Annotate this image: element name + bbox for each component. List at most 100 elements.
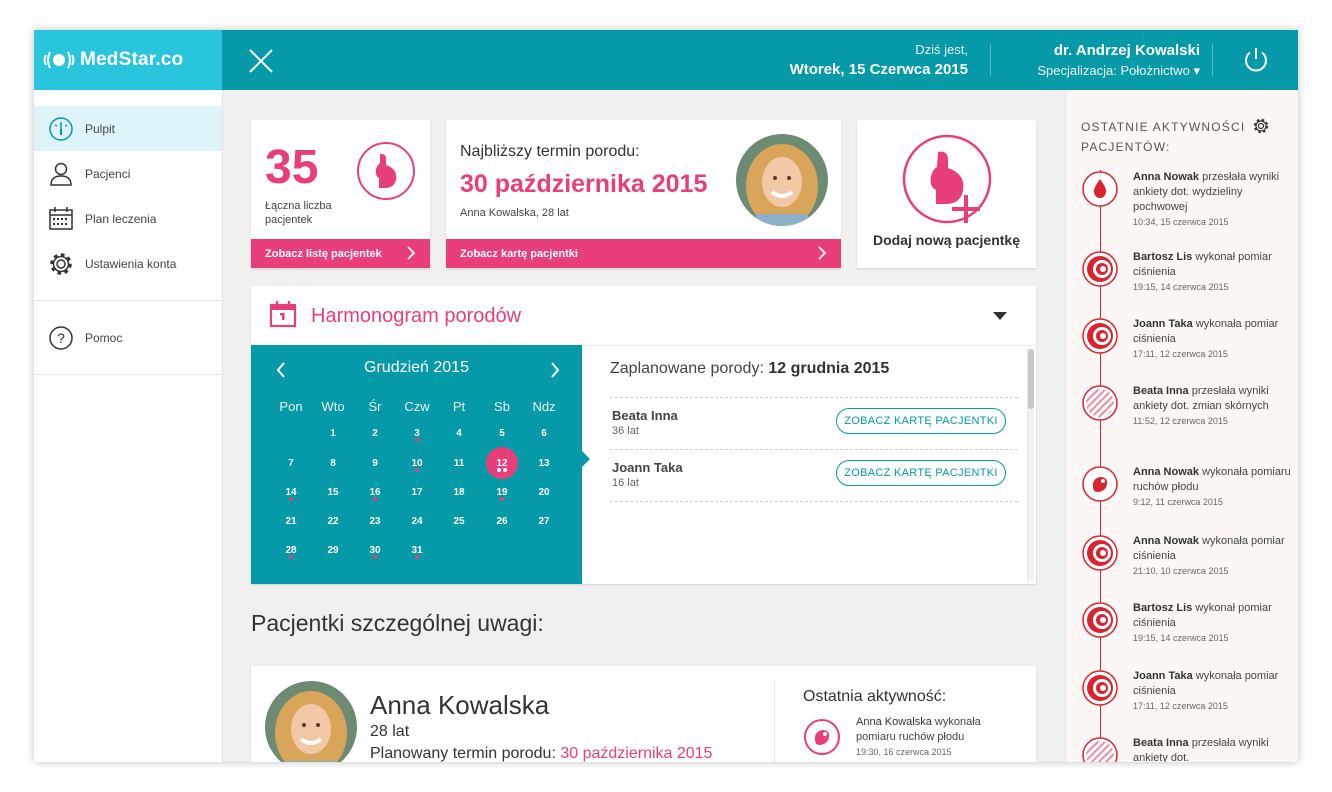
calendar-day[interactable]: 17	[401, 476, 433, 508]
activity-text: Anna Nowak wykonała pomiar ciśnienia 21:1…	[1133, 534, 1293, 579]
logo[interactable]: MedStar.co	[34, 30, 222, 90]
calendar-month: Grudzień 2015	[364, 359, 469, 376]
patient-card-link[interactable]: Zobacz kartę pacjentki	[446, 239, 841, 268]
calendar-day[interactable]: 5	[486, 417, 518, 449]
card-divider	[774, 680, 775, 762]
next-birth-date: 30 października 2015	[460, 170, 708, 198]
calendar-day[interactable]: 10	[401, 447, 433, 479]
calendar-day[interactable]: 30	[359, 534, 391, 566]
patients-list-link-label: Zobacz listę pacjentek	[265, 247, 382, 260]
calendar-day[interactable]: 2	[359, 417, 391, 449]
calendar-day[interactable]: 1	[317, 417, 349, 449]
calendar-day[interactable]: 7	[275, 447, 307, 479]
birth-marker	[486, 468, 518, 472]
list-item: Beata Inna 36 lat ZOBACZ KARTĘ PACJENTKI	[610, 397, 1018, 449]
calendar-day[interactable]: 29	[317, 534, 349, 566]
sidebar-item-pacjenci[interactable]: Pacjenci	[34, 151, 222, 196]
patient-age: 28 lat	[370, 723, 410, 740]
activity-person: Bartosz Lis	[1133, 602, 1193, 614]
calendar-day[interactable]: 4	[443, 417, 475, 449]
activity-person: Anna Nowak	[1133, 535, 1200, 547]
birth-marker	[359, 497, 391, 501]
close-menu-icon[interactable]	[248, 48, 274, 74]
activity-text: Joann Taka wykonała pomiar ciśnienia 17:1…	[1133, 669, 1293, 714]
next-birth-label: Najbliższy termin porodu:	[460, 143, 640, 160]
calendar-day[interactable]: 13	[528, 447, 560, 479]
list-item: Joann Taka 16 lat ZOBACZ KARTĘ PACJENTKI	[610, 449, 1018, 501]
top-bar: Dziś jest, Wtorek, 15 Czerwca 2015 dr. A…	[222, 30, 1298, 90]
activity-text: Beata Inna przesłała wyniki ankiety dot.…	[1133, 384, 1293, 429]
today-label: Dziś jest,	[915, 42, 968, 57]
calendar-day[interactable]: 31	[401, 534, 433, 566]
calendar-day[interactable]: 25	[443, 505, 475, 537]
activity-title: OSTATNIE AKTYWNOŚCI PACJENTÓW:	[1081, 120, 1246, 154]
activity-person: Joann Taka	[1133, 670, 1193, 682]
sidebar-item-ustawienia[interactable]: Ustawienia konta	[34, 241, 222, 286]
calendar-day[interactable]: 20	[528, 476, 560, 508]
birth-marker	[401, 468, 433, 472]
calendar-day[interactable]: 24	[401, 505, 433, 537]
next-month-icon[interactable]	[549, 361, 561, 379]
calendar-day[interactable]: 8	[317, 447, 349, 479]
sidebar-divider	[34, 374, 222, 375]
activity-time: 19:30, 16 czerwca 2015	[856, 747, 952, 757]
patients-list-link[interactable]: Zobacz listę pacjentek	[251, 239, 430, 268]
last-activity-title: Ostatnia aktywność:	[803, 688, 947, 705]
calendar-day[interactable]: 15	[317, 476, 349, 508]
patients-count: 35	[265, 141, 319, 194]
calendar-day[interactable]: 3	[401, 417, 433, 449]
calendar-day[interactable]: 19	[486, 476, 518, 508]
sidebar-item-pulpit[interactable]: Pulpit	[34, 106, 222, 151]
activity-time: 10:34, 15 czerwca 2015	[1133, 217, 1229, 227]
doctor-menu[interactable]: dr. Andrzej Kowalski Specjalizacja: Poło…	[1037, 42, 1200, 79]
calendar-day[interactable]: 21	[275, 505, 307, 537]
birth-marker	[359, 555, 391, 559]
activity-person: Anna Nowak	[1133, 171, 1200, 183]
calendar-day[interactable]: 6	[528, 417, 560, 449]
weekday-label: Wto	[321, 399, 345, 414]
main-content: 35 Łączna liczba pacjentek Zobacz listę …	[223, 90, 1065, 762]
birth-marker	[275, 555, 307, 559]
calendar-pointer	[582, 451, 590, 467]
calendar-day-selected[interactable]: 12	[486, 447, 518, 479]
power-icon[interactable]	[1242, 46, 1270, 74]
view-patient-card-button[interactable]: ZOBACZ KARTĘ PACJENTKI	[836, 408, 1006, 434]
add-patient-card[interactable]: Dodaj nową pacjentkę	[857, 120, 1036, 268]
calendar-day[interactable]: 9	[359, 447, 391, 479]
birth-marker	[486, 497, 518, 501]
calendar-day[interactable]: 28	[275, 534, 307, 566]
weekday-label: Czw	[404, 399, 430, 414]
scrollbar-thumb[interactable]	[1028, 349, 1034, 409]
sidebar-item-plan-leczenia[interactable]: Plan leczenia	[34, 196, 222, 241]
activity-text: Anna Nowak wykonała pomiaru ruchów płodu…	[1133, 465, 1293, 510]
calendar-day[interactable]: 14	[275, 476, 307, 508]
weekday-label: Pt	[452, 399, 466, 414]
calendar-day[interactable]: 18	[443, 476, 475, 508]
doctor-name: dr. Andrzej Kowalski	[1053, 42, 1200, 59]
header-divider	[990, 44, 991, 76]
calendar-day[interactable]: 23	[359, 505, 391, 537]
sidebar-item-pomoc[interactable]: ? Pomoc	[34, 315, 222, 360]
calendar-day[interactable]: 11	[443, 447, 475, 479]
calendar-day[interactable]: 22	[317, 505, 349, 537]
activity-time: 11:52, 12 czerwca 2015	[1133, 416, 1228, 426]
view-patient-card-button[interactable]: ZOBACZ KARTĘ PACJENTKI	[836, 460, 1006, 486]
calendar-day[interactable]: 16	[359, 476, 391, 508]
activity-text: Bartosz Lis wykonał pomiar ciśnienia 19:1…	[1133, 601, 1293, 646]
calendar-day[interactable]: 26	[486, 505, 518, 537]
activity-time: 17:11, 12 czerwca 2015	[1133, 349, 1228, 359]
caret-down-icon[interactable]	[992, 311, 1008, 321]
birth-marker	[275, 497, 307, 501]
gear-icon[interactable]	[1253, 118, 1269, 134]
scrollbar[interactable]	[1027, 349, 1034, 581]
calendar-day[interactable]: 27	[528, 505, 560, 537]
gear-icon	[48, 251, 74, 277]
schedule-title: Harmonogram porodów	[311, 305, 522, 327]
activity-person: Beata Inna	[1133, 737, 1189, 749]
pressure-icon	[1082, 535, 1118, 571]
activity-text: Anna Nowak przesłała wyniki ankiety dot.…	[1133, 170, 1293, 230]
svg-text:?: ?	[57, 330, 65, 346]
gauge-icon	[48, 116, 74, 142]
planned-births-date: 12 grudnia 2015	[768, 360, 890, 377]
doctor-specialization[interactable]: Specjalizacja: Położnictwo ▾	[1037, 63, 1200, 79]
